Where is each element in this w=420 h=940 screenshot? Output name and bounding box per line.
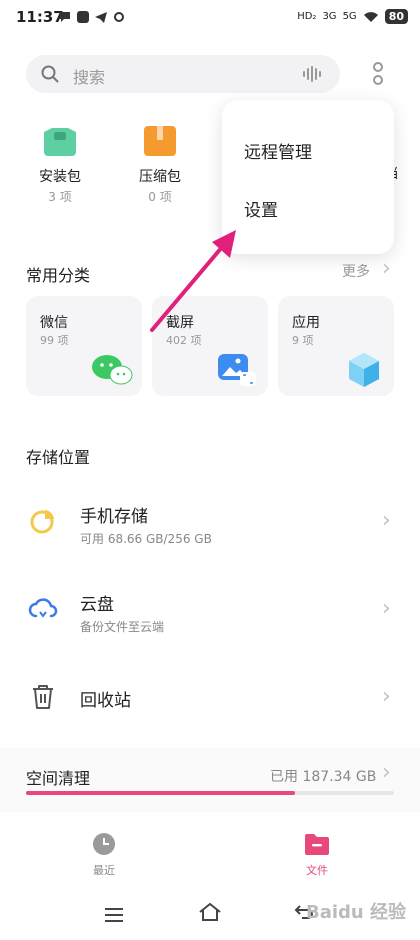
search-input[interactable]: 搜索 <box>26 55 340 93</box>
category-label: 压缩包 <box>139 169 181 185</box>
space-clean-title: 空间清理 <box>26 769 91 788</box>
storage-item-trash[interactable]: 回收站 › <box>0 670 420 726</box>
status-indicators: HD₂ 3G 5G 80 <box>297 9 408 24</box>
category-count: 3 项 <box>48 190 72 204</box>
space-used-text: 已用 187.34 GB <box>270 769 377 785</box>
storage-subtitle: 可用 68.66 GB/256 GB <box>80 532 212 546</box>
voice-icon[interactable] <box>302 66 322 82</box>
screenshot-icon <box>218 354 256 386</box>
search-placeholder: 搜索 <box>73 68 106 87</box>
cloud-sync-icon <box>28 598 58 618</box>
card-title: 应用 <box>292 315 320 331</box>
storage-subtitle: 备份文件至云端 <box>80 620 165 634</box>
chevron-right-icon: › <box>382 508 391 533</box>
card-apps[interactable]: 应用 9 项 <box>278 296 394 396</box>
chevron-right-icon: › <box>382 760 391 785</box>
clock-icon <box>93 833 115 855</box>
storage-item-cloud[interactable]: 云盘 备份文件至云端 › <box>0 578 420 646</box>
card-wechat[interactable]: 微信 99 项 <box>26 296 142 396</box>
folder-icon <box>305 834 329 855</box>
tab-label: 文件 <box>306 864 328 877</box>
category-label: 安装包 <box>39 169 81 185</box>
status-time: 11:37 <box>16 8 64 26</box>
chevron-right-icon: › <box>382 596 391 621</box>
wechat-icon <box>92 355 133 385</box>
chevron-right-icon: › <box>382 684 391 709</box>
tab-label: 最近 <box>93 864 115 877</box>
trash-icon <box>33 685 53 709</box>
card-count: 9 项 <box>292 334 314 347</box>
storage-usage-bar <box>26 791 394 795</box>
storage-title: 手机存储 <box>80 507 148 527</box>
storage-title: 回收站 <box>80 691 131 711</box>
more-link[interactable]: 更多 <box>342 261 370 281</box>
message-icon <box>60 12 70 22</box>
annotation-arrow-icon <box>150 230 236 332</box>
home-nav-icon[interactable] <box>198 902 222 926</box>
menu-item-settings[interactable]: 设置 <box>244 196 278 221</box>
storage-section-title: 存储位置 <box>26 448 91 467</box>
category-archive[interactable]: 压缩包 0 项 <box>130 122 190 212</box>
category-apk[interactable]: 安装包 3 项 <box>30 122 90 212</box>
storage-title: 云盘 <box>80 595 114 615</box>
app-notification-icon <box>77 11 89 23</box>
card-title: 微信 <box>40 315 68 331</box>
tab-files[interactable]: 文件 <box>288 832 344 880</box>
storage-usage-fill <box>26 791 295 795</box>
watermark: Baidu 经验 <box>306 902 407 923</box>
pie-chart-icon <box>30 510 54 534</box>
archive-icon <box>144 126 176 156</box>
signal-5g-indicator: 5G <box>342 11 357 22</box>
search-icon <box>41 65 59 83</box>
menu-item-remote-management[interactable]: 远程管理 <box>244 138 312 163</box>
storage-item-phone[interactable]: 手机存储 可用 68.66 GB/256 GB › <box>0 490 420 558</box>
tab-recent[interactable]: 最近 <box>76 832 132 880</box>
category-count: 0 项 <box>148 190 172 204</box>
card-count: 99 项 <box>40 334 69 347</box>
telegram-icon <box>95 12 107 23</box>
menu-nav-icon[interactable] <box>104 904 124 929</box>
signal-3g-indicator: 3G <box>322 11 337 22</box>
apk-package-icon <box>44 128 76 156</box>
battery-indicator: 80 <box>384 9 408 24</box>
chevron-right-icon: › <box>382 256 391 281</box>
frequent-section-title: 常用分类 <box>26 266 91 285</box>
sync-icon <box>114 12 124 22</box>
wifi-icon <box>363 11 378 22</box>
more-options-icon[interactable] <box>371 61 385 87</box>
hd-indicator: HD₂ <box>297 11 317 22</box>
app-cube-icon <box>349 353 379 387</box>
